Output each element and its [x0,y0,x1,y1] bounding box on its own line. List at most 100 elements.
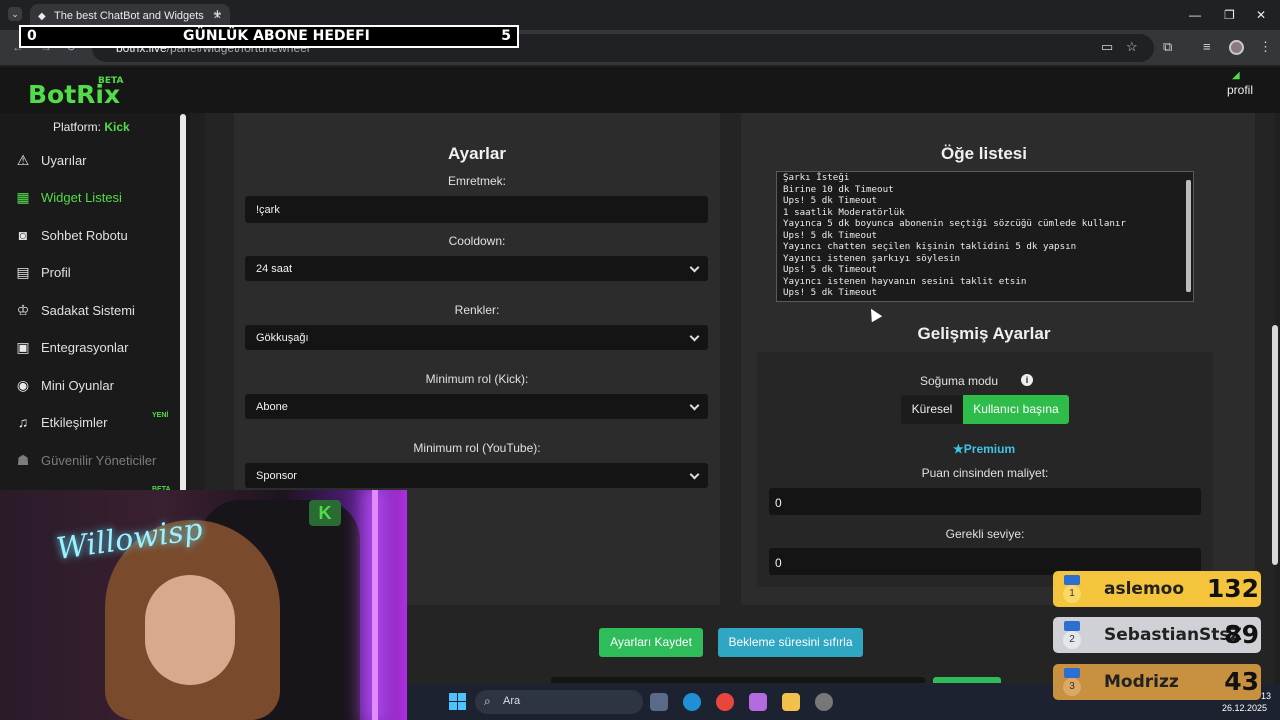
leaderboard-name: aslemoo [1104,579,1185,599]
minrole-youtube-select[interactable]: Sponsor [245,463,708,488]
sidebar-item-trusted-managers[interactable]: ☗ Güvenilir Yöneticiler [14,452,174,476]
sidebar-item-profile[interactable]: ▤ Profil [14,264,174,288]
users-icon: ☗ [16,452,30,468]
browser-profile-avatar[interactable] [1229,40,1244,55]
item-line: Yayıncı chatten seçilen kişinin taklidin… [783,241,1077,252]
cooldown-value: 24 saat [256,263,293,275]
leaderboard-row: 3 Modrizz 43 [1053,664,1261,700]
goal-title: GÜNLÜK ABONE HEDEFI [183,28,370,44]
minrole-kick-label: Minimum rol (Kick): [425,372,529,386]
sidebar-item-mini-games[interactable]: ◉ Mini Oyunlar [14,377,174,401]
site-header: BotRix BETA [0,67,1280,113]
colors-value: Gökkuşağı [256,332,309,344]
webcam-overlay: Willowisp K [0,490,407,720]
colors-label: Renkler: [454,303,500,317]
sidebar-item-label: Güvenilir Yöneticiler [41,453,157,468]
streamer-face [145,575,235,685]
toggle-global-button[interactable]: Küresel [901,395,963,424]
warning-icon: ⚠ [16,152,30,168]
sidebar-item-chatbot[interactable]: ◙ Sohbet Robotu [14,227,174,251]
cooldown-mode-label: Soğuma modu [919,374,999,388]
file-explorer-icon[interactable] [782,693,800,711]
tab-search-button[interactable]: ⌄ [8,7,22,21]
edge-icon[interactable] [683,693,701,711]
page-scrollbar[interactable] [1272,325,1278,565]
reset-cooldown-button[interactable]: Bekleme süresini sıfırla [718,628,863,657]
minrole-kick-select[interactable]: Abone [245,394,708,419]
music-icon: ♫ [17,414,29,430]
platform-indicator: Platform: Kick [53,120,130,134]
sidebar-item-label: Etkileşimler [41,415,108,430]
minrole-youtube-value: Sponsor [256,470,297,482]
minrole-youtube-label: Minimum rol (YouTube): [413,441,541,455]
sidebar-item-widget-list[interactable]: ▦ Widget Listesi [14,189,174,213]
save-settings-button[interactable]: Ayarları Kaydet [599,628,703,657]
items-title: Öğe listesi [941,144,1027,163]
windows-start-icon[interactable] [449,693,467,711]
cooldown-select[interactable]: 24 saat [245,256,708,281]
item-line: Birine 10 dk Timeout [783,183,894,195]
item-line: 1 saatlik Moderatörlük [783,206,905,218]
bookmark-star-icon[interactable]: ☆ [1126,39,1138,55]
close-window-icon[interactable]: ✕ [1256,8,1266,22]
command-input[interactable]: !çark [245,196,708,223]
leaderboard-row: 2 SebastianStsZ 89 [1053,617,1261,653]
command-value: !çark [256,204,280,216]
chevron-down-icon [689,400,700,411]
kick-logo-icon: K [309,500,341,526]
level-label: Gerekli seviye: [945,527,1025,541]
platform-label: Platform: [53,120,102,134]
task-view-icon[interactable] [650,693,668,711]
maximize-icon[interactable]: ❐ [1224,8,1235,22]
obs-icon[interactable] [815,693,833,711]
profile-link[interactable]: profil [1227,83,1253,97]
item-line: Yayınca 5 dk boyunca abonenin seçtiği sö… [783,218,1126,229]
cooldown-label: Cooldown: [448,234,506,248]
level-value: 0 [775,556,782,570]
leaderboard-score: 43 [1224,667,1259,696]
minimize-icon[interactable]: — [1189,8,1201,22]
taskbar-search[interactable]: Ara [475,690,643,714]
logo-beta-badge: BETA [98,76,124,86]
cost-value: 0 [775,496,782,510]
leaderboard-score: 132 [1206,574,1259,603]
sidebar-item-alerts[interactable]: ⚠ Uyarılar [14,152,174,176]
info-icon[interactable]: i [1021,374,1033,386]
media-control-icon[interactable]: ≡ [1203,39,1211,54]
leaderboard-score: 89 [1224,620,1259,649]
sidebar-item-integrations[interactable]: ▣ Entegrasyonlar [14,339,174,363]
cost-input[interactable]: 0 [769,488,1201,515]
tab-title: The best ChatBot and Widgets [54,10,204,22]
led-light-strip [372,490,378,720]
sidebar-scrollbar[interactable] [180,114,186,504]
new-tab-icon[interactable]: + [213,6,222,23]
reading-mode-icon[interactable]: ▭ [1101,39,1113,55]
browser-menu-icon[interactable]: ⋮ [1259,39,1272,55]
platform-value: Kick [104,120,130,134]
star-icon: ★ [953,442,964,456]
leaderboard-name: SebastianStsZ [1104,625,1242,645]
chrome-icon[interactable] [716,693,734,711]
gamepad-icon: ◉ [16,377,30,393]
colors-select[interactable]: Gökkuşağı [245,325,708,350]
sidebar-item-interactions[interactable]: ♫ Etkileşimler [14,414,174,438]
trophy-icon: ♔ [16,302,30,318]
items-textarea[interactable]: Şarkı İsteği Birine 10 dk Timeout Ups! 5… [776,171,1194,302]
premium-text: Premium [963,442,1016,456]
sidebar-item-loyalty[interactable]: ♔ Sadakat Sistemi [14,302,174,326]
goal-target: 5 [501,28,511,44]
item-line: Yayıncı istenen şarkıyı söylesin [783,252,961,264]
extensions-icon[interactable]: ⧉ [1163,39,1172,55]
toggle-per-user-button[interactable]: Kullanıcı başına [963,395,1069,424]
partial-button[interactable] [933,677,1001,683]
silver-medal-icon: 2 [1060,621,1084,651]
chevron-down-icon [689,331,700,342]
item-line: Ups! 5 dk Timeout [783,264,878,275]
advanced-title: Gelişmiş Ayarlar [917,324,1051,343]
sidebar-item-label: Entegrasyonlar [41,340,129,355]
copilot-icon[interactable] [749,693,767,711]
profile-icon[interactable]: ◢ [1232,70,1240,81]
item-line: Şarkı İsteği [783,172,850,183]
textarea-scrollbar[interactable] [1186,180,1191,292]
partial-input[interactable] [551,677,925,683]
